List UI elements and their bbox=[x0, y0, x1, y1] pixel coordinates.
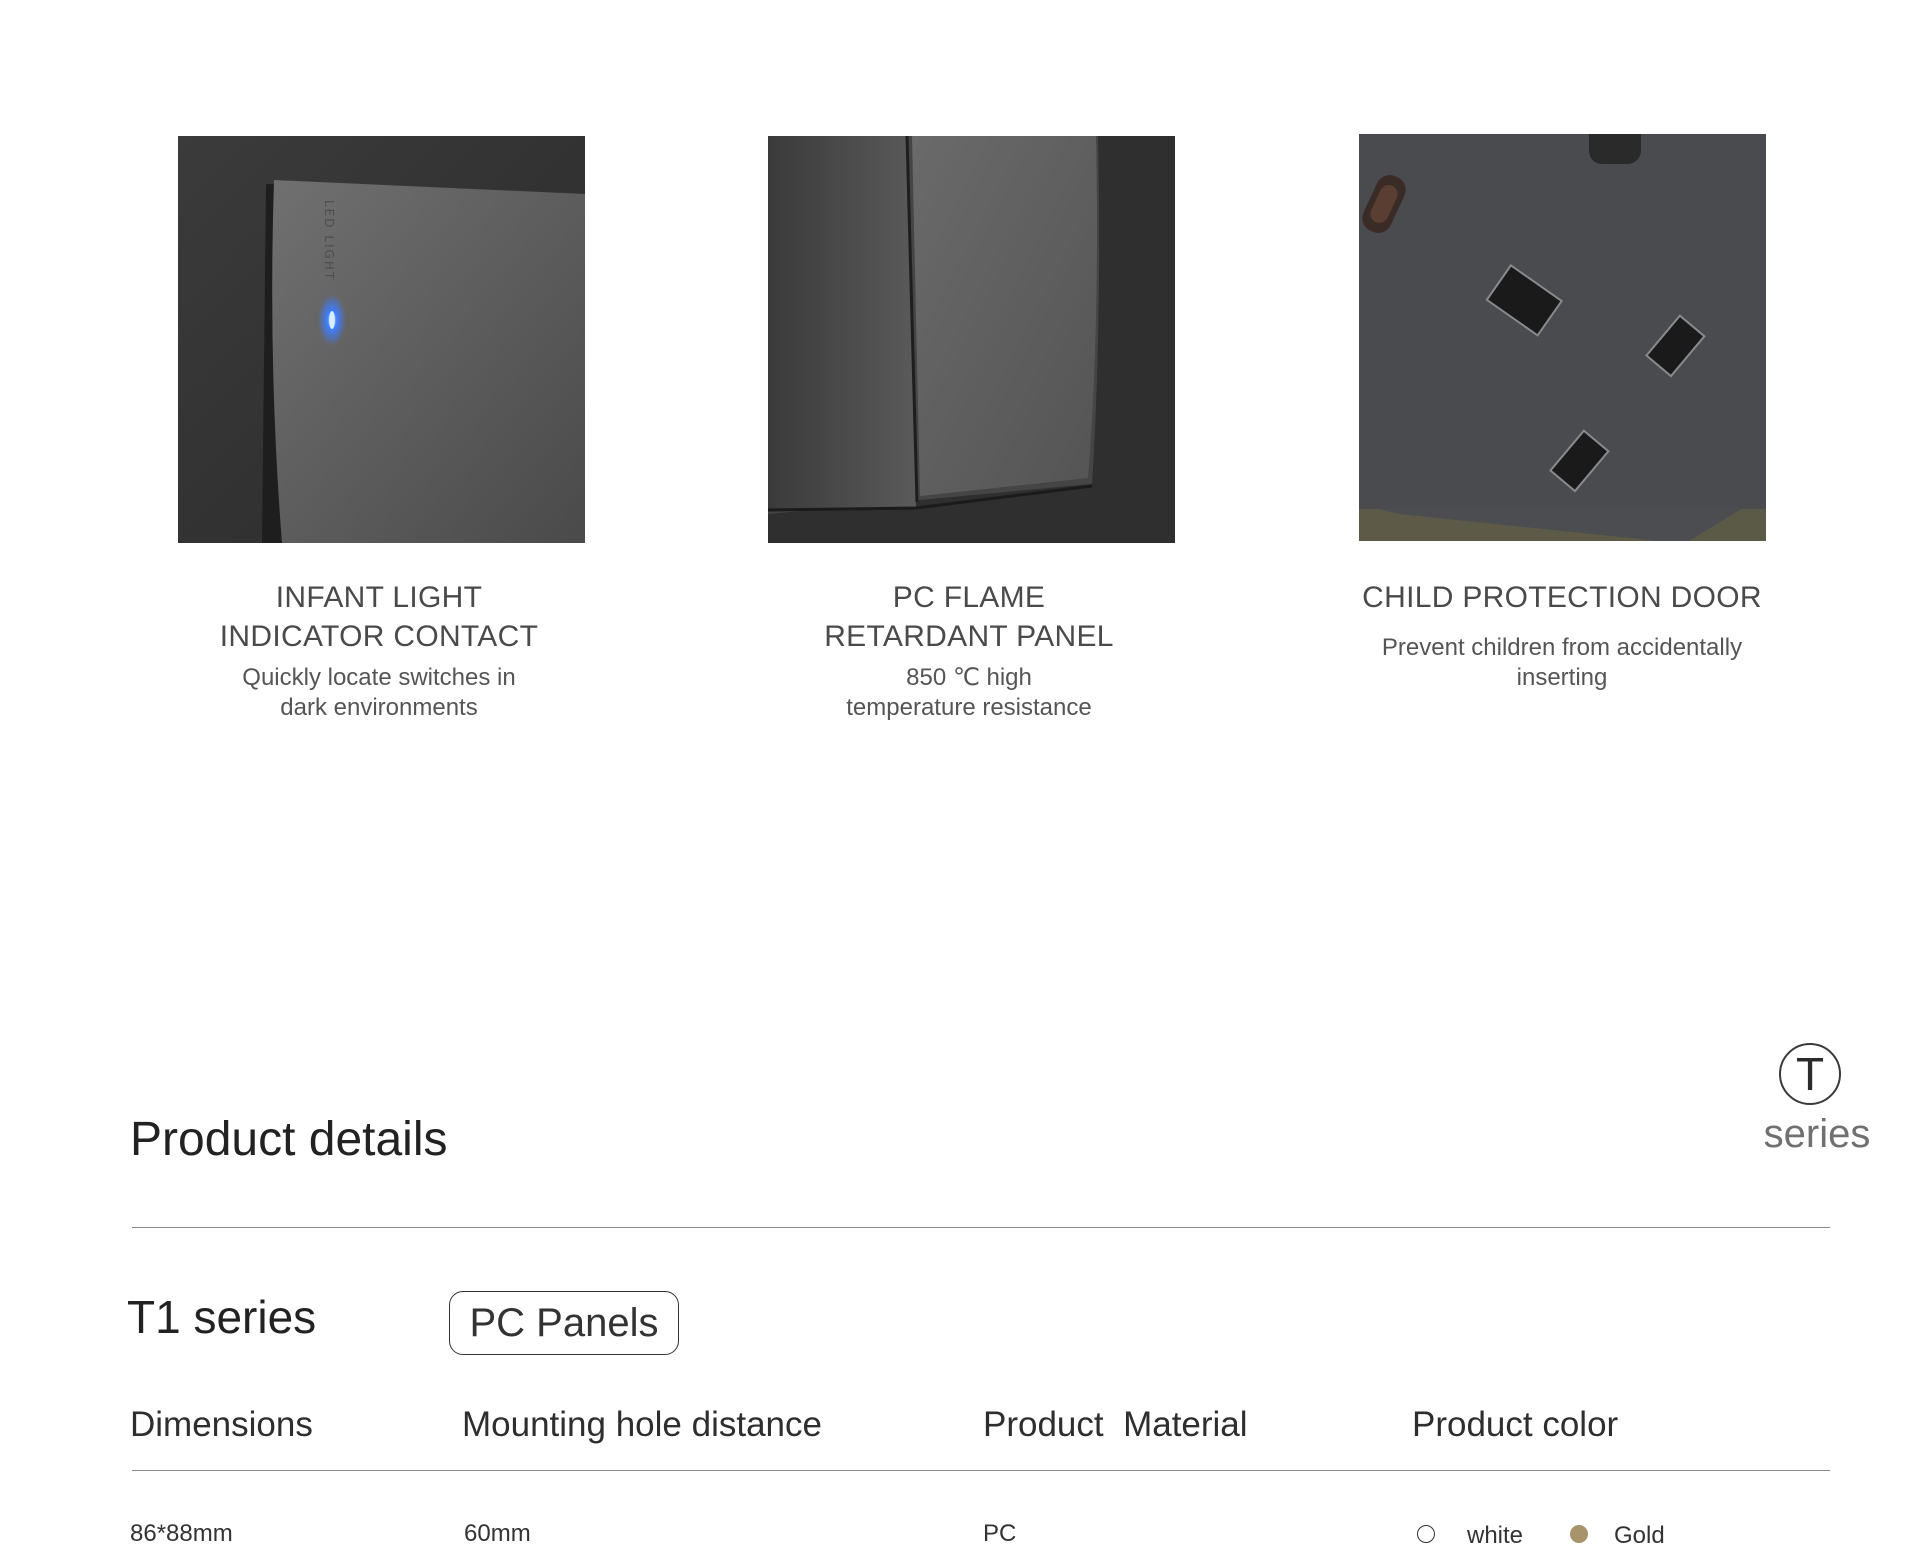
dimensions-value: 86*88mm bbox=[130, 1520, 233, 1547]
section-heading: Product details bbox=[130, 1113, 448, 1166]
material-value: PC bbox=[983, 1520, 1017, 1547]
feature-description: Prevent children from accidentally inser… bbox=[1381, 634, 1743, 691]
feature-description: Quickly locate switches in dark environm… bbox=[242, 664, 516, 721]
led-light-text: LED LIGHT bbox=[322, 200, 336, 281]
series-name: T1 series bbox=[127, 1291, 317, 1343]
switch-with-blue-led-image: LED LIGHT bbox=[178, 136, 585, 543]
material-tag: PC Panels bbox=[449, 1291, 679, 1355]
color-label-white: white bbox=[1467, 1522, 1524, 1549]
divider bbox=[132, 1470, 1830, 1471]
column-header-color: Product color bbox=[1412, 1405, 1619, 1444]
feature-title: PC FLAME RETARDANT PANEL bbox=[824, 581, 1114, 653]
feature-description: 850 ℃ high temperature resistance bbox=[846, 664, 1092, 721]
series-badge-icon: T bbox=[1779, 1043, 1841, 1105]
color-label-gold: Gold bbox=[1614, 1522, 1665, 1549]
white-swatch-icon bbox=[1417, 1525, 1435, 1543]
gold-swatch-icon bbox=[1570, 1525, 1588, 1543]
column-header-mounting-hole: Mounting hole distance bbox=[462, 1405, 822, 1444]
series-badge-label: series bbox=[1763, 1112, 1871, 1156]
double-rocker-panel-image bbox=[768, 136, 1175, 543]
mounting-hole-value: 60mm bbox=[464, 1520, 531, 1547]
divider bbox=[132, 1227, 1830, 1228]
column-header-material: Product Material bbox=[983, 1405, 1248, 1444]
column-header-dimensions: Dimensions bbox=[130, 1405, 313, 1444]
socket-outlet-image bbox=[1359, 134, 1766, 541]
feature-title: CHILD PROTECTION DOOR bbox=[1362, 581, 1762, 614]
feature-title: INFANT LIGHT INDICATOR CONTACT bbox=[219, 581, 539, 653]
